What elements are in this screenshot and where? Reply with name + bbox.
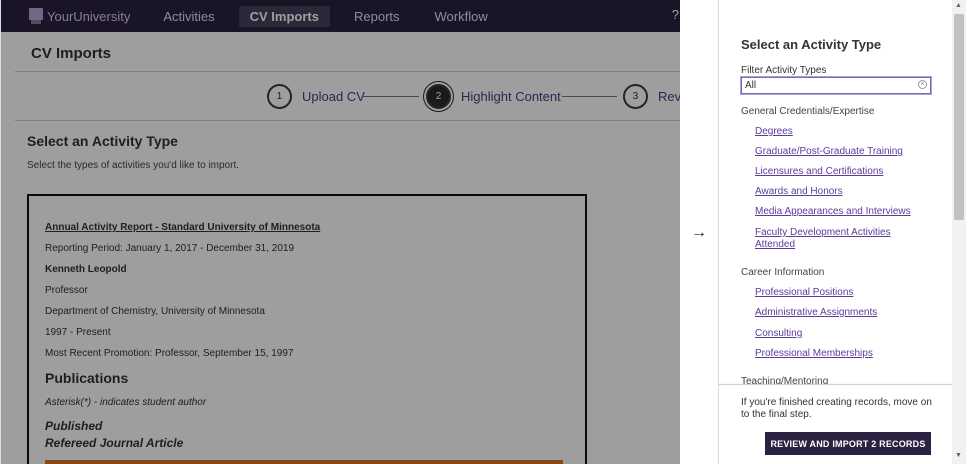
group-title: General Credentials/Expertise [741,106,875,117]
modal-overlay[interactable] [1,0,680,464]
activity-link[interactable]: Licensures and Certifications [755,166,925,178]
activity-type-list: General Credentials/Expertise Degrees Gr… [719,100,954,384]
activity-link[interactable]: Degrees [755,126,925,138]
activity-link[interactable]: Administrative Assignments [755,307,925,319]
activity-type-panel: Select an Activity Type Filter Activity … [718,0,979,464]
scrollbar[interactable]: ▲ ▼ [952,0,966,464]
footer-text: If you're finished creating records, mov… [741,397,932,420]
scroll-up-icon[interactable]: ▲ [955,2,962,9]
activity-link[interactable]: Media Appearances and Interviews [755,206,925,218]
review-and-import-button[interactable]: REVIEW AND IMPORT 2 RECORDS [765,432,931,455]
filter-label: Filter Activity Types [741,65,827,76]
activity-link[interactable]: Awards and Honors [755,186,925,198]
arrow-right-icon: → [691,224,707,241]
filter-activity-types-input[interactable] [740,76,932,95]
activity-link[interactable]: Faculty Development Activities Attended [755,227,925,251]
group-title: Teaching/Mentoring [741,376,829,384]
clear-icon[interactable]: × [918,80,927,89]
group-title: Career Information [741,267,825,278]
activity-link[interactable]: Professional Positions [755,287,925,299]
activity-link[interactable]: Consulting [755,328,925,340]
footer-divider [719,384,952,385]
scroll-down-icon[interactable]: ▼ [955,452,962,459]
activity-link[interactable]: Graduate/Post-Graduate Training [755,146,925,158]
activity-link[interactable]: Professional Memberships [755,348,925,360]
scrollbar-thumb[interactable] [954,14,964,220]
main-app: YourUniversity Activities CV Imports Rep… [0,0,680,464]
panel-title: Select an Activity Type [741,37,882,52]
